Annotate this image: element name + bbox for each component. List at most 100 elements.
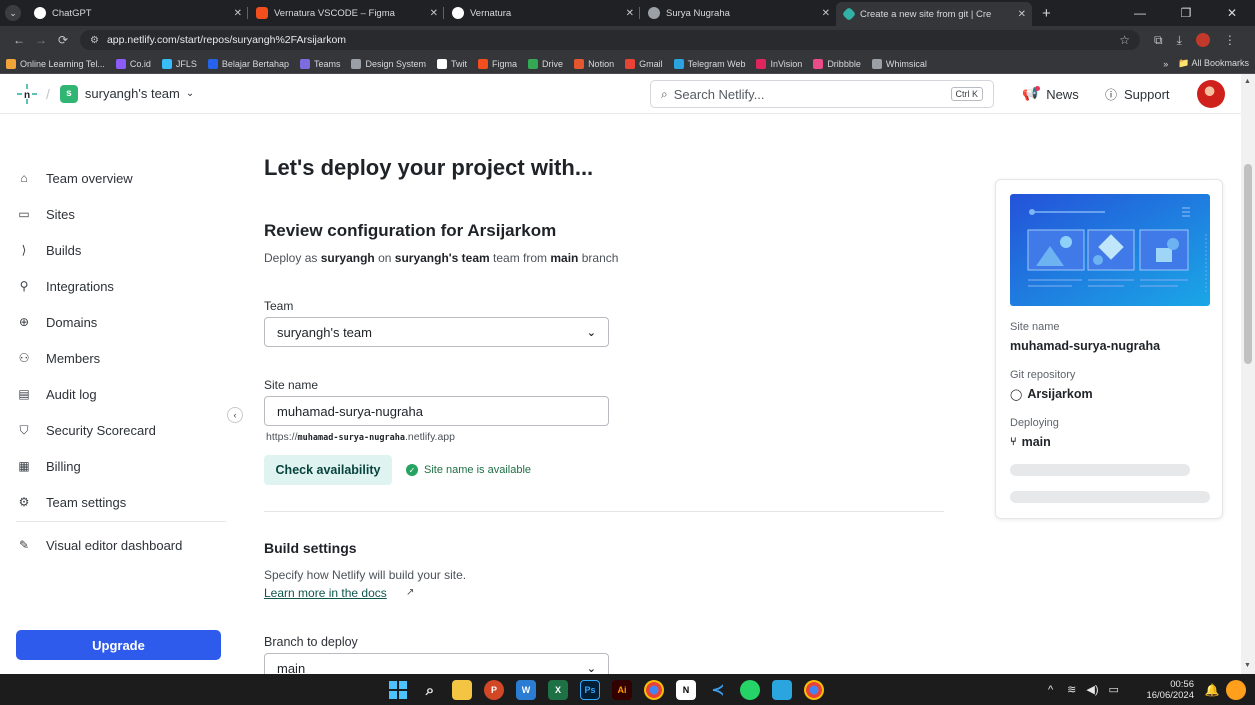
bookmark-item[interactable]: Teams — [299, 58, 340, 69]
branch-select[interactable]: main ⌄ — [264, 653, 609, 674]
page-scrollbar[interactable]: ▲ ▼ — [1241, 74, 1255, 674]
taskbar-clock[interactable]: 00:56 16/06/2024 — [1138, 679, 1194, 701]
scroll-up-icon[interactable]: ▲ — [1244, 78, 1251, 85]
sidebar-item-members[interactable]: ⚇ Members — [16, 346, 101, 370]
bookmark-item[interactable]: Online Learning Tel... — [6, 58, 105, 69]
word-icon[interactable]: W — [516, 680, 536, 700]
bookmarks-bar-right: » 📁 All Bookmarks — [1163, 58, 1249, 69]
git-branch-icon: ⑂ — [1010, 436, 1017, 448]
reload-icon[interactable]: ⟳ — [52, 33, 74, 47]
sidebar-item-billing[interactable]: ▦ Billing — [16, 454, 80, 478]
bookmark-item[interactable]: Twit — [437, 58, 467, 69]
figma-favicon-icon — [256, 7, 268, 19]
sidebar-item-security-scorecard[interactable]: ⛉ Security Scorecard — [16, 418, 155, 442]
sidebar-item-label: Team overview — [46, 170, 133, 186]
forward-arrow-icon[interactable]: → — [30, 33, 52, 47]
news-link[interactable]: 📢 News — [1022, 74, 1079, 114]
bookmark-label: Design System — [365, 58, 427, 69]
scrollbar-thumb[interactable] — [1244, 164, 1252, 364]
site-name-input[interactable] — [264, 396, 609, 426]
powerpoint-icon[interactable]: P — [484, 680, 504, 700]
build-settings-description: Specify how Netlify will build your site… — [264, 568, 467, 582]
browser-tab-surya[interactable]: Surya Nugraha ✕ — [640, 0, 836, 26]
excel-icon[interactable]: X — [548, 680, 568, 700]
close-tab-icon[interactable]: ✕ — [430, 8, 438, 19]
extensions-icon[interactable]: ⧉ — [1154, 33, 1163, 48]
scroll-down-icon[interactable]: ▼ — [1244, 662, 1251, 669]
close-tab-icon[interactable]: ✕ — [626, 8, 634, 19]
bookmark-item[interactable]: Whimsical — [871, 58, 927, 69]
notification-bell-icon[interactable]: 🔔 — [1202, 680, 1222, 700]
illustrator-icon[interactable]: Ai — [612, 680, 632, 700]
sidebar-item-team-overview[interactable]: ⌂ Team overview — [16, 166, 133, 190]
user-avatar[interactable] — [1197, 80, 1225, 108]
close-window-icon[interactable]: ✕ — [1209, 6, 1255, 20]
bookmark-item[interactable]: Co.id — [115, 58, 151, 69]
bookmark-item[interactable]: Gmail — [625, 58, 663, 69]
more-bookmarks-icon[interactable]: » — [1163, 59, 1168, 69]
bookmark-item[interactable]: Figma — [478, 58, 518, 69]
bookmark-item[interactable]: Drive — [528, 58, 563, 69]
sidebar-item-integrations[interactable]: ⚲ Integrations — [16, 274, 114, 298]
sidebar-item-team-settings[interactable]: ⚙ Team settings — [16, 490, 127, 514]
bookmark-item[interactable]: InVision — [756, 58, 802, 69]
bookmark-item[interactable]: Dribbble — [813, 58, 861, 69]
taskbar-search-icon[interactable]: ⌕ — [420, 680, 440, 700]
notepad-icon[interactable] — [772, 680, 792, 700]
bookmark-label: Figma — [492, 58, 518, 69]
wifi-icon[interactable]: ≋ — [1067, 683, 1076, 696]
close-tab-icon[interactable]: ✕ — [1018, 9, 1026, 20]
vscode-icon[interactable]: ≺ — [708, 680, 728, 700]
volume-icon[interactable]: ◀) — [1086, 683, 1098, 696]
docs-link[interactable]: Learn more in the docs — [264, 586, 387, 600]
photoshop-icon[interactable]: Ps — [580, 680, 600, 700]
bookmark-star-icon[interactable]: ☆ — [1119, 33, 1130, 47]
sidebar-item-label: Members — [46, 350, 101, 366]
chevron-down-icon[interactable]: ⌄ — [186, 88, 194, 99]
site-settings-icon[interactable]: ⚙ — [90, 35, 99, 46]
browser-tab-netlify-active[interactable]: Create a new site from git | Cre ✕ — [836, 2, 1032, 26]
support-link[interactable]: ⓘ Support — [1105, 74, 1170, 114]
new-tab-button[interactable]: + — [1032, 5, 1061, 22]
notion-icon[interactable]: N — [676, 680, 696, 700]
bookmark-item[interactable]: Design System — [351, 58, 427, 69]
team-switcher[interactable]: suryangh's team — [85, 86, 180, 101]
chrome-profile-icon[interactable] — [804, 680, 824, 700]
bookmark-item[interactable]: Telegram Web — [673, 58, 745, 69]
sidebar-item-audit-log[interactable]: ▤ Audit log — [16, 382, 96, 406]
whatsapp-icon[interactable] — [740, 680, 760, 700]
bookmark-item[interactable]: JFLS — [161, 58, 197, 69]
url-omnibox[interactable]: ⚙ app.netlify.com/start/repos/suryangh%2… — [80, 30, 1140, 50]
check-availability-button[interactable]: Check availability — [264, 455, 392, 485]
close-tab-icon[interactable]: ✕ — [822, 8, 830, 19]
team-select[interactable]: suryangh's team ⌄ — [264, 317, 609, 347]
browser-tab-chatgpt[interactable]: ChatGPT ✕ — [26, 0, 248, 26]
show-hidden-icons-chevron[interactable]: ^ — [1048, 684, 1053, 696]
upgrade-button[interactable]: Upgrade — [16, 630, 221, 660]
bookmark-item[interactable]: Belajar Bertahap — [207, 58, 289, 69]
minimize-icon[interactable]: — — [1117, 6, 1163, 20]
download-icon[interactable]: ⤓ — [1177, 33, 1182, 48]
copilot-icon[interactable] — [1226, 680, 1246, 700]
back-arrow-icon[interactable]: ← — [8, 33, 30, 47]
tab-search-button[interactable]: ⌄ — [0, 0, 26, 26]
sidebar-item-domains[interactable]: ⊕ Domains — [16, 310, 97, 334]
restore-icon[interactable]: ❐ — [1163, 6, 1209, 20]
file-explorer-icon[interactable] — [452, 680, 472, 700]
search-input[interactable]: ⌕ Search Netlify... Ctrl K — [650, 80, 994, 108]
battery-icon[interactable]: ▭ — [1109, 683, 1119, 696]
browser-tab-vernatura[interactable]: Vernatura ✕ — [444, 0, 640, 26]
netlify-logo-icon[interactable]: n — [16, 83, 38, 105]
windows-start-icon[interactable] — [388, 680, 408, 700]
profile-icon[interactable] — [1195, 33, 1210, 47]
sidebar-item-sites[interactable]: ▭ Sites — [16, 202, 75, 226]
all-bookmarks-folder[interactable]: 📁 All Bookmarks — [1178, 58, 1249, 69]
chrome-icon[interactable] — [644, 680, 664, 700]
close-tab-icon[interactable]: ✕ — [234, 8, 242, 19]
bookmark-favicon-icon — [871, 58, 882, 69]
browser-menu-icon[interactable]: ⋮ — [1224, 33, 1236, 47]
browser-tab-figma[interactable]: Vernatura VSCODE – Figma ✕ — [248, 0, 444, 26]
sidebar-item-visual-editor[interactable]: ✎ Visual editor dashboard — [16, 533, 182, 557]
bookmark-item[interactable]: Notion — [574, 58, 614, 69]
sidebar-item-builds[interactable]: ⟩ Builds — [16, 238, 82, 262]
